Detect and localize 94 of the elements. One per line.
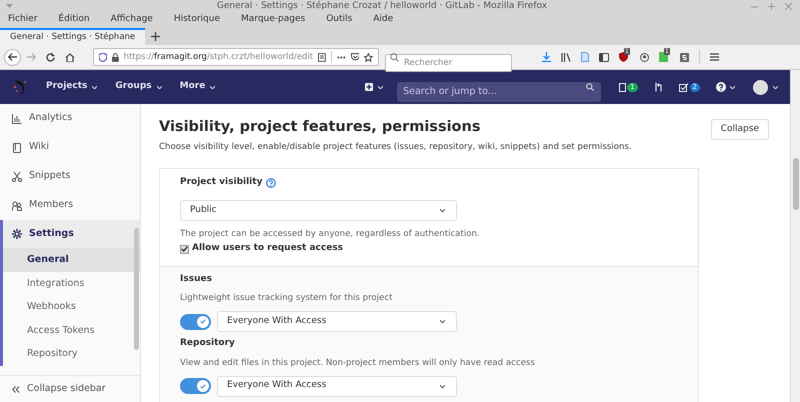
- select-dropdown[interactable]: Everyone With Access: [217, 376, 457, 397]
- feature-name: Repository: [180, 337, 236, 350]
- feature-description: Lightweight issue tracking system for this project: [180, 292, 394, 306]
- back-button[interactable]: [4, 48, 21, 66]
- url-text: https://framagit.org/stph.crzt/helloworld/edit: [124, 50, 314, 64]
- feature-description: View and edit files in this project. Non-project members will only have read access: [180, 356, 536, 370]
- feature-name: Issues: [180, 272, 213, 286]
- help-text: The project can be accessed by anyone, regardless of authentication.: [180, 228, 481, 242]
- check-icon: [181, 246, 188, 252]
- checkbox-label[interactable]: Allow users to request access: [192, 242, 344, 256]
- download-icon[interactable]: [542, 52, 551, 62]
- avatar-icon: [753, 80, 768, 94]
- library-icon[interactable]: [561, 52, 571, 62]
- toggle-switch[interactable]: [180, 314, 211, 330]
- caret-icon: [378, 86, 384, 88]
- caret-icon: [730, 86, 735, 88]
- nav-dropdown[interactable]: More: [180, 80, 216, 94]
- caret-icon: [773, 86, 778, 88]
- check-icon: [200, 319, 206, 324]
- more-icon[interactable]: [336, 56, 346, 58]
- user-menu[interactable]: [753, 80, 778, 94]
- window-title: General · Settings · Stéphane Crozat / helloworld · GitLab - Mozilla Firefox: [216, 0, 548, 12]
- book-icon: [12, 142, 22, 152]
- menu-item[interactable]: Historique: [174, 13, 220, 27]
- search-icon: [586, 83, 594, 91]
- browser-tab[interactable]: General · Settings · Stéphane: [0, 28, 145, 45]
- caret-icon: [210, 86, 216, 88]
- reload-icon[interactable]: [46, 52, 55, 62]
- gitlab-search-field[interactable]: Search or jump to...: [397, 82, 602, 102]
- lock-icon: [112, 52, 119, 62]
- checkbox[interactable]: [180, 244, 189, 254]
- issues-icon: [619, 82, 626, 92]
- menu-item[interactable]: Affichage: [110, 13, 153, 27]
- checkbox-icon: [678, 82, 689, 92]
- sidebar-subitem[interactable]: General: [3, 248, 140, 272]
- sidebar-subitem[interactable]: Access Tokens: [3, 319, 140, 342]
- menu-item[interactable]: Fichier: [8, 13, 38, 27]
- new-dropdown[interactable]: [365, 83, 384, 91]
- merge-request-icon: [654, 82, 663, 92]
- new-tab-icon[interactable]: [151, 32, 160, 41]
- address-bar[interactable]: https://framagit.org/stph.crzt/helloworld/edit: [93, 48, 379, 66]
- sidebar-icon[interactable]: [599, 52, 609, 62]
- toggle-switch[interactable]: [180, 378, 211, 394]
- browser-search-field[interactable]: Rechercher: [385, 54, 512, 72]
- help-icon[interactable]: [266, 178, 276, 188]
- help-icon: [716, 82, 726, 92]
- shield-icon: [99, 52, 107, 62]
- sidebar-item[interactable]: Settings: [3, 220, 140, 248]
- check-icon: [200, 384, 206, 389]
- double-chevron-icon: [12, 386, 20, 392]
- sidebar-scrollbar[interactable]: [134, 228, 139, 350]
- sidebar-subitem[interactable]: Webhooks: [3, 296, 140, 319]
- menu-item[interactable]: Édition: [58, 13, 90, 27]
- caret-icon: [440, 384, 445, 388]
- field-label: Project visibility: [180, 176, 262, 189]
- pocket-icon[interactable]: [350, 53, 360, 61]
- select-dropdown[interactable]: Public: [180, 200, 457, 222]
- extension-icon[interactable]: [680, 52, 689, 62]
- plus-square-icon: [365, 83, 374, 91]
- caret-icon: [440, 209, 445, 212]
- collapse-button[interactable]: Collapse: [710, 119, 769, 140]
- account-icon[interactable]: [640, 52, 649, 62]
- nav-dropdown[interactable]: Groups: [115, 80, 162, 94]
- sidebar-item[interactable]: Wiki: [0, 133, 140, 162]
- select-dropdown[interactable]: Everyone With Access: [217, 311, 457, 332]
- back-arrow-icon: [8, 53, 17, 61]
- reader-view-icon[interactable]: [318, 52, 326, 62]
- menu-item[interactable]: Outils: [326, 13, 352, 27]
- caret-icon: [92, 86, 98, 88]
- sidebar-item[interactable]: Members: [0, 191, 140, 220]
- scrollbar-thumb[interactable]: [793, 158, 799, 210]
- bar-chart-icon: [12, 114, 22, 124]
- star-icon[interactable]: [364, 52, 373, 62]
- caret-icon: [440, 320, 445, 324]
- nav-dropdown[interactable]: Projects: [46, 80, 98, 94]
- caret-icon: [156, 86, 162, 88]
- section-description: Choose visibility level, enable/disable project features (issues, repository, wiki, snippets) and set permissions.: [159, 141, 632, 154]
- menu-item[interactable]: Aide: [373, 13, 394, 27]
- scissors-icon: [12, 172, 22, 182]
- sidebar-subitem[interactable]: Repository: [3, 342, 140, 366]
- section-title: Visibility, project features, permissions: [159, 118, 482, 136]
- help-dropdown[interactable]: [716, 82, 735, 92]
- sidebar-subitem[interactable]: Integrations: [3, 272, 140, 296]
- settings-icon: [12, 229, 22, 239]
- menu-icon[interactable]: [710, 53, 719, 61]
- menu-item[interactable]: Marque-pages: [241, 13, 306, 27]
- sidebar-item[interactable]: Snippets: [0, 162, 140, 191]
- framasoft-logo-icon[interactable]: [12, 79, 28, 95]
- members-icon: [12, 200, 22, 210]
- sidebar-item[interactable]: Analytics: [0, 104, 140, 133]
- tab-title: General · Settings · Stéphane: [10, 31, 136, 44]
- home-icon[interactable]: [65, 52, 75, 62]
- merge-requests-button[interactable]: [654, 82, 663, 92]
- search-icon: [390, 52, 399, 62]
